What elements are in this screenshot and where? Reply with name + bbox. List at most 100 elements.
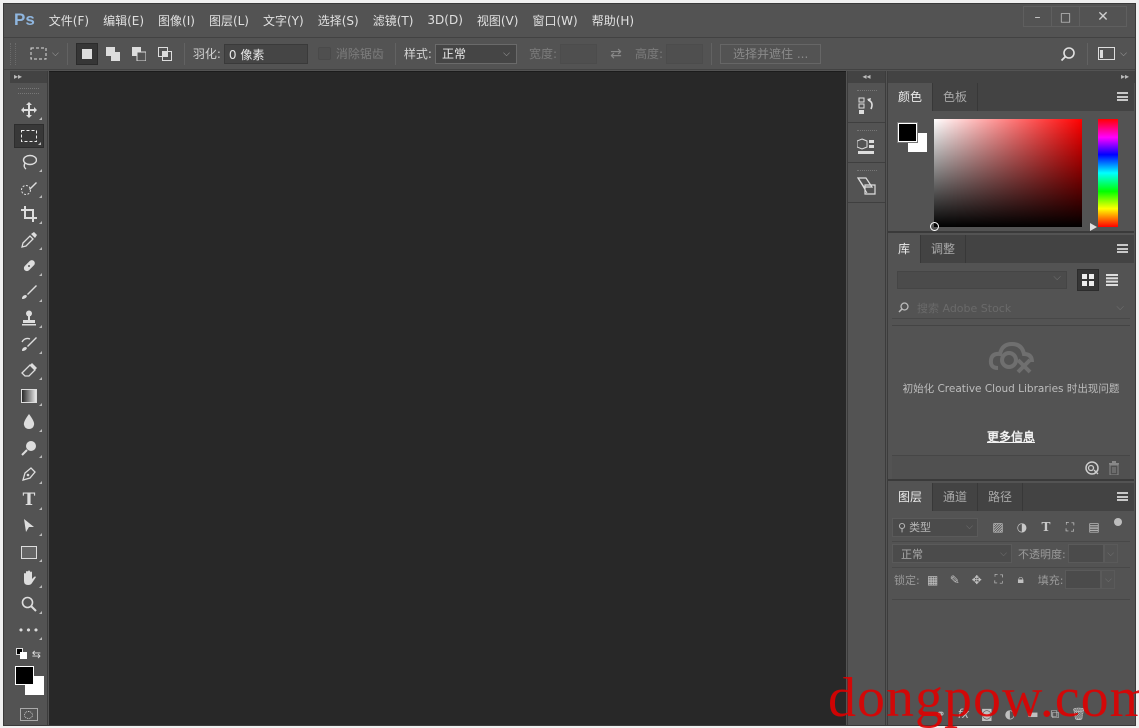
- link-layers-icon[interactable]: ⚭: [936, 707, 946, 721]
- chevron-down-icon[interactable]: ⌵: [52, 49, 59, 59]
- tab-paths[interactable]: 路径: [978, 483, 1024, 511]
- new-adjustment-layer-icon[interactable]: ◐: [1005, 707, 1015, 721]
- chevron-down-icon[interactable]: ⌵: [1120, 49, 1127, 59]
- menu-help[interactable]: 帮助(H): [592, 12, 634, 29]
- lock-transparent-pixels-icon[interactable]: ▦: [922, 573, 944, 587]
- healing-brush-tool[interactable]: [14, 254, 44, 278]
- fill-input[interactable]: [1065, 570, 1102, 589]
- swap-dimensions-icon[interactable]: ⇄: [605, 43, 627, 65]
- expand-toolbar-icon[interactable]: ▸▸: [10, 71, 47, 83]
- menu-image[interactable]: 图像(I): [158, 12, 195, 29]
- zoom-tool[interactable]: [14, 592, 44, 616]
- tab-color[interactable]: 颜色: [888, 83, 934, 111]
- filter-adjustment-icon[interactable]: ◑: [1010, 520, 1034, 534]
- edit-toolbar-button[interactable]: •••: [14, 618, 44, 642]
- filter-shape-icon[interactable]: ⛶: [1058, 520, 1082, 535]
- foreground-color-swatch[interactable]: [15, 666, 34, 685]
- pen-tool[interactable]: [14, 462, 44, 486]
- hand-tool[interactable]: [14, 566, 44, 590]
- quick-mask-button[interactable]: [19, 708, 38, 721]
- new-selection-button[interactable]: [75, 42, 98, 65]
- menu-window[interactable]: 窗口(W): [532, 12, 577, 29]
- options-bar-grip[interactable]: [10, 42, 16, 65]
- fill-dropdown[interactable]: ⌵: [1101, 570, 1116, 589]
- blend-mode-select[interactable]: 正常 ⌵: [892, 544, 1012, 563]
- foreground-color-swatch[interactable]: [897, 122, 918, 143]
- document-canvas-area[interactable]: [49, 71, 846, 725]
- 3d-panel-button[interactable]: [848, 123, 885, 163]
- default-colors-icon[interactable]: [16, 648, 28, 660]
- menu-select[interactable]: 选择(S): [318, 12, 359, 29]
- layer-filter-select[interactable]: ⚲ 类型 ⌵: [892, 517, 978, 537]
- hue-slider-handle[interactable]: [1090, 223, 1097, 231]
- chevron-down-icon[interactable]: ⌵: [1116, 302, 1124, 313]
- history-brush-tool[interactable]: [14, 332, 44, 356]
- menu-edit[interactable]: 编辑(E): [103, 12, 144, 29]
- lock-position-icon[interactable]: ✥: [966, 573, 988, 587]
- clone-stamp-tool[interactable]: [14, 306, 44, 330]
- filter-smart-object-icon[interactable]: ▤: [1082, 520, 1106, 534]
- tab-swatches[interactable]: 色板: [933, 83, 979, 111]
- color-picker-cursor[interactable]: [930, 222, 939, 231]
- gradient-tool[interactable]: [14, 384, 44, 408]
- rectangular-marquee-tool[interactable]: [14, 124, 44, 148]
- lock-all-icon[interactable]: 🔒︎: [1010, 572, 1032, 587]
- blur-tool[interactable]: [14, 410, 44, 434]
- lock-image-pixels-icon[interactable]: ✎: [944, 573, 966, 587]
- layer-style-icon[interactable]: fx: [958, 707, 969, 721]
- delete-layer-icon[interactable]: 🗑︎: [1071, 707, 1086, 721]
- hue-slider[interactable]: [1098, 119, 1118, 227]
- collapse-panels-icon[interactable]: ▸▸: [888, 71, 1135, 83]
- new-layer-icon[interactable]: ⧉: [1051, 707, 1060, 722]
- panel-menu-icon[interactable]: [1117, 244, 1128, 253]
- menu-filter[interactable]: 滤镜(T): [373, 12, 414, 29]
- add-mask-icon[interactable]: ◙: [981, 707, 993, 721]
- panel-menu-icon[interactable]: [1117, 92, 1128, 101]
- tab-libraries[interactable]: 库: [888, 235, 922, 263]
- trash-icon[interactable]: [1108, 460, 1120, 475]
- new-group-icon[interactable]: ▬: [1027, 707, 1038, 721]
- paths-panel-button[interactable]: [848, 163, 885, 203]
- tool-preset-picker[interactable]: [28, 43, 50, 65]
- path-selection-tool[interactable]: [14, 514, 44, 538]
- minimize-button[interactable]: –: [1024, 7, 1052, 26]
- history-panel-button[interactable]: [848, 83, 885, 123]
- panel-menu-icon[interactable]: [1117, 492, 1128, 501]
- stock-search-field[interactable]: 搜索 Adobe Stock ⌵: [892, 297, 1130, 319]
- intersect-selection-button[interactable]: [154, 43, 176, 65]
- opacity-dropdown[interactable]: ⌵: [1103, 544, 1118, 563]
- rectangle-tool[interactable]: [14, 540, 44, 564]
- lasso-tool[interactable]: [14, 150, 44, 174]
- type-tool[interactable]: T: [14, 488, 44, 512]
- eraser-tool[interactable]: [14, 358, 44, 382]
- collapse-dock-icon[interactable]: ◂◂: [848, 71, 885, 83]
- search-button[interactable]: [1057, 43, 1079, 65]
- menu-layer[interactable]: 图层(L): [209, 12, 249, 29]
- menu-3d[interactable]: 3D(D): [427, 13, 462, 27]
- filter-pixel-icon[interactable]: ▨: [986, 520, 1010, 534]
- feather-input[interactable]: 0 像素: [223, 43, 308, 64]
- crop-tool[interactable]: [14, 202, 44, 226]
- height-input[interactable]: [666, 43, 704, 64]
- menu-file[interactable]: 文件(F): [49, 12, 89, 29]
- filter-type-icon[interactable]: T: [1034, 520, 1058, 534]
- tab-layers[interactable]: 图层: [888, 483, 934, 511]
- close-button[interactable]: ✕: [1080, 7, 1126, 26]
- list-view-button[interactable]: [1101, 269, 1123, 291]
- opacity-input[interactable]: [1067, 544, 1104, 563]
- menu-view[interactable]: 视图(V): [477, 12, 519, 29]
- style-select[interactable]: 正常 ⌵: [434, 43, 517, 64]
- library-select[interactable]: ⌵: [897, 271, 1067, 289]
- tab-channels[interactable]: 通道: [933, 483, 979, 511]
- lock-artboard-icon[interactable]: ⛶: [988, 572, 1010, 587]
- dodge-tool[interactable]: [14, 436, 44, 460]
- workspace-button[interactable]: [1096, 43, 1118, 65]
- antialias-checkbox[interactable]: [317, 47, 331, 60]
- maximize-button[interactable]: □: [1052, 7, 1080, 26]
- more-info-link[interactable]: 更多信息: [892, 428, 1130, 445]
- filter-toggle[interactable]: [1114, 518, 1122, 526]
- subtract-selection-button[interactable]: [128, 43, 150, 65]
- width-input[interactable]: [559, 43, 597, 64]
- grid-view-button[interactable]: [1077, 269, 1099, 291]
- brush-tool[interactable]: [14, 280, 44, 304]
